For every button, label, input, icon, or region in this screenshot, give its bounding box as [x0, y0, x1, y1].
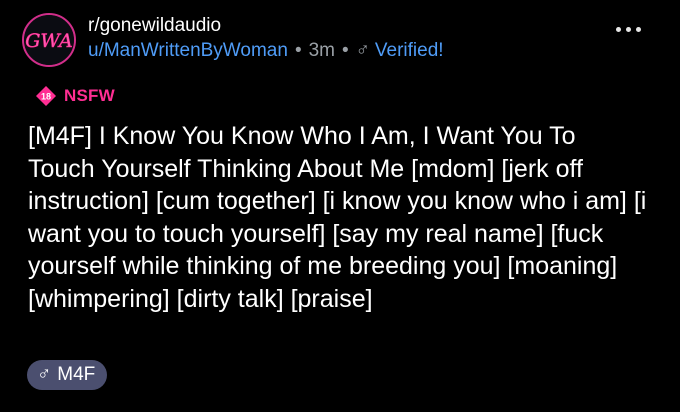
author-link[interactable]: u/ManWrittenByWoman [88, 40, 288, 61]
user-flair[interactable]: Verified! [375, 40, 444, 61]
post-meta: u/ManWrittenByWoman • 3m • ♂ Verified! [88, 40, 444, 62]
post-header: GWA r/gonewildaudio u/ManWrittenByWoman •… [22, 13, 662, 69]
avatar-logo-text: GWA [25, 30, 72, 52]
nsfw-tag: 18 NSFW [36, 85, 115, 107]
male-symbol-icon: ♂ [355, 40, 370, 61]
post-flair-label: M4F [57, 364, 96, 385]
meta-separator: • [294, 40, 302, 61]
post-time: 3m [308, 40, 335, 61]
subreddit-avatar[interactable]: GWA [22, 13, 76, 67]
post-card[interactable]: GWA r/gonewildaudio u/ManWrittenByWoman •… [0, 0, 680, 412]
nsfw-badge-icon: 18 [36, 86, 56, 106]
subreddit-name[interactable]: r/gonewildaudio [88, 15, 221, 37]
more-options-icon[interactable] [616, 27, 644, 37]
male-symbol-icon: ♂ [37, 364, 52, 385]
nsfw-badge-text: 18 [41, 91, 51, 101]
gwa-logo-icon: GWA [24, 15, 74, 65]
meta-separator: • [342, 40, 349, 61]
post-title[interactable]: [M4F] I Know You Know Who I Am, I Want Y… [28, 120, 648, 316]
post-flair-tag[interactable]: ♂ M4F [27, 360, 108, 390]
nsfw-label: NSFW [64, 86, 115, 105]
